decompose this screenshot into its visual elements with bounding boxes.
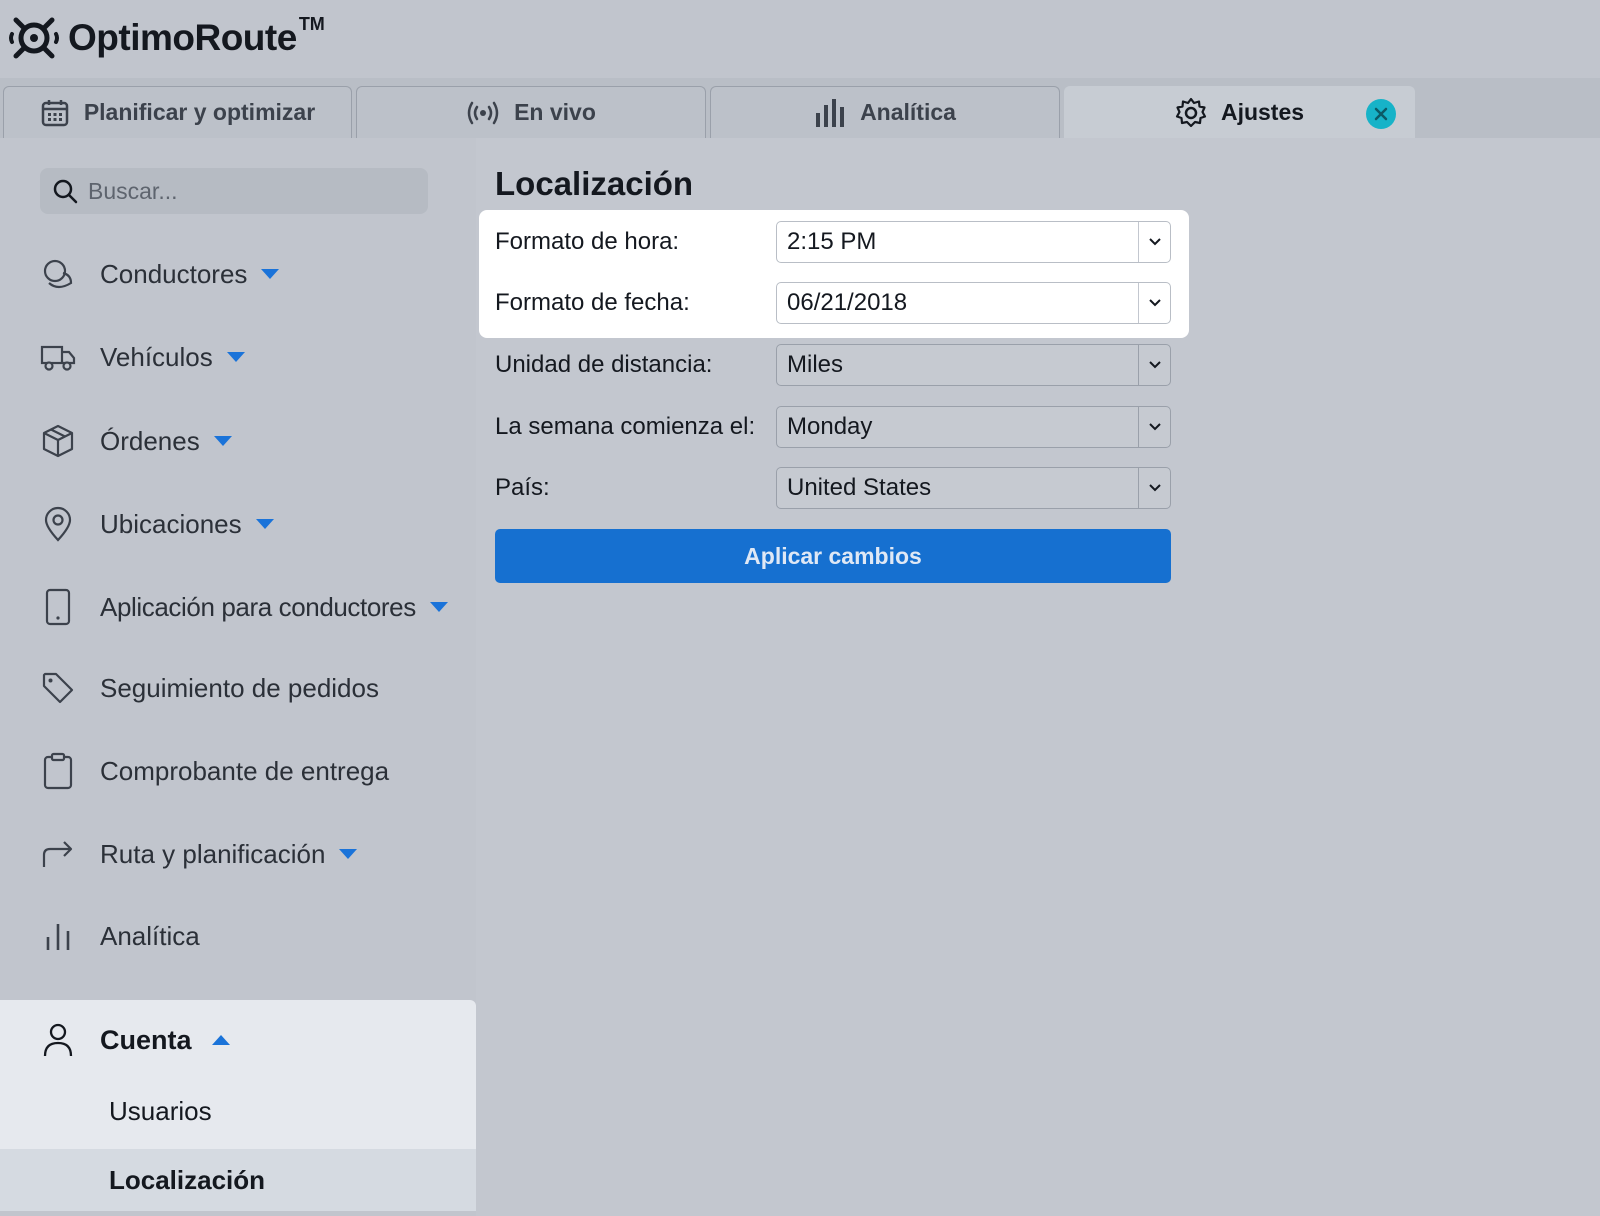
chevron-down-icon (1138, 468, 1170, 508)
sidebar-item-aplicacion-conductores[interactable]: Aplicación para conductores (40, 585, 448, 629)
mobile-phone-icon (40, 588, 76, 626)
logo[interactable]: OptimoRoute TM (8, 12, 325, 64)
week-start-value: Monday (787, 413, 873, 440)
sidebar-subitem-localizacion[interactable]: Localización (0, 1149, 476, 1211)
logo-trademark: TM (298, 13, 325, 34)
close-icon (1374, 107, 1388, 121)
logo-text: OptimoRoute (68, 17, 297, 58)
chevron-down-icon (1138, 345, 1170, 385)
optimoroute-logo-icon (9, 17, 59, 59)
bar-chart-icon (816, 98, 845, 127)
caret-up-icon (211, 1035, 230, 1045)
broadcast-icon (467, 101, 499, 124)
sidebar-item-label: Órdenes (100, 425, 200, 456)
tab-label: En vivo (514, 99, 596, 125)
caret-down-icon (226, 352, 245, 362)
sidebar-item-ruta[interactable]: Ruta y planificación (40, 832, 358, 876)
tab-label: Analítica (860, 99, 956, 125)
field-row-week-start: La semana comienza el: (495, 406, 776, 448)
tab-en-vivo[interactable]: En vivo (356, 86, 706, 138)
caret-down-icon (339, 849, 358, 859)
page-title: Localización (495, 165, 694, 202)
location-pin-icon (40, 506, 76, 542)
date-format-label: Formato de fecha: (495, 289, 690, 316)
date-format-select[interactable]: 06/21/2018 (776, 282, 1171, 324)
chevron-down-icon (1138, 407, 1170, 447)
distance-unit-label: Unidad de distancia: (495, 351, 713, 378)
app-header: OptimoRoute TM (0, 0, 1600, 78)
date-format-value: 06/21/2018 (787, 289, 908, 316)
time-format-select[interactable]: 2:15 PM (776, 221, 1171, 263)
tab-analitica[interactable]: Analítica (710, 86, 1060, 138)
tab-planificar[interactable]: Planificar y optimizar (3, 86, 352, 138)
field-row-country: País: (495, 467, 776, 509)
sidebar-item-label: Ubicaciones (100, 508, 242, 539)
truck-icon (40, 339, 76, 375)
sidebar-subitem-usuarios[interactable]: Usuarios (0, 1080, 476, 1142)
drivers-icon (40, 256, 76, 292)
sidebar-item-label: Analítica (100, 920, 200, 951)
caret-down-icon (213, 436, 232, 446)
sidebar-item-conductores[interactable]: Conductores (40, 252, 280, 296)
tab-close-button[interactable] (1366, 99, 1396, 129)
chevron-down-icon (1138, 283, 1170, 323)
distance-unit-select[interactable]: Miles (776, 344, 1171, 386)
sidebar-item-analitica[interactable]: Analítica (40, 914, 200, 958)
tag-icon (40, 670, 76, 706)
caret-down-icon (261, 269, 280, 279)
user-icon (40, 1022, 76, 1058)
time-format-label: Formato de hora: (495, 228, 680, 255)
sidebar-item-label: Ruta y planificación (100, 838, 326, 869)
route-arrow-icon (40, 836, 76, 872)
clipboard-icon (40, 752, 76, 790)
sidebar-item-cuenta[interactable]: Cuenta (40, 1018, 230, 1062)
search-input[interactable] (88, 177, 408, 205)
tab-ajustes[interactable]: Ajustes (1064, 86, 1415, 138)
sidebar-item-seguimiento[interactable]: Seguimiento de pedidos (40, 666, 379, 710)
bar-chart-icon (40, 918, 76, 954)
caret-down-icon (429, 602, 448, 612)
search-box[interactable] (40, 168, 428, 214)
sidebar-item-label: Cuenta (100, 1024, 192, 1055)
week-start-label: La semana comienza el: (495, 413, 756, 440)
time-format-value: 2:15 PM (787, 228, 877, 255)
tab-label: Planificar y optimizar (83, 99, 316, 125)
caret-down-icon (255, 519, 274, 529)
sidebar-item-label: Seguimiento de pedidos (100, 672, 379, 703)
country-select[interactable]: United States (776, 467, 1171, 509)
field-row-distance-unit: Unidad de distancia: (495, 344, 776, 386)
country-label: País: (495, 474, 550, 501)
sidebar-item-ubicaciones[interactable]: Ubicaciones (40, 502, 274, 546)
gear-icon (1175, 97, 1207, 127)
search-icon (53, 179, 78, 204)
sidebar-item-vehiculos[interactable]: Vehículos (40, 335, 245, 379)
sidebar-item-ordenes[interactable]: Órdenes (40, 419, 232, 463)
field-row-time-format: Formato de hora: (495, 221, 776, 263)
tab-label: Ajustes (1220, 99, 1305, 125)
apply-changes-button[interactable]: Aplicar cambios (495, 529, 1171, 583)
sidebar-item-label: Conductores (100, 258, 248, 289)
account-panel: Cuenta Usuarios Localización (0, 1000, 476, 1211)
week-start-select[interactable]: Monday (776, 406, 1171, 448)
distance-unit-value: Miles (787, 351, 844, 378)
country-value: United States (787, 474, 932, 501)
box-icon (40, 423, 76, 459)
calendar-icon (41, 99, 69, 126)
chevron-down-icon (1138, 222, 1170, 262)
sidebar-item-comprobante[interactable]: Comprobante de entrega (40, 749, 389, 793)
sidebar-item-label: Comprobante de entrega (100, 755, 390, 786)
field-row-date-format: Formato de fecha: (495, 282, 776, 324)
sidebar-item-label: Aplicación para conductores (100, 591, 416, 622)
sidebar-item-label: Vehículos (100, 341, 213, 372)
